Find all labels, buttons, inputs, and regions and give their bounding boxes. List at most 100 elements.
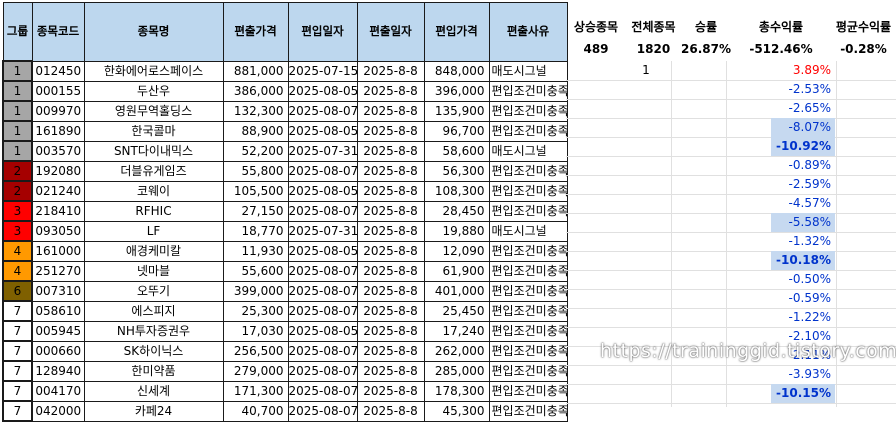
- cell-name[interactable]: 에스피지: [83, 300, 224, 322]
- cell-rise-flag[interactable]: [621, 175, 671, 194]
- header-cell-out-date[interactable]: 편출일자: [356, 2, 425, 62]
- cell-code[interactable]: 007310: [31, 280, 85, 302]
- cell-return[interactable]: 3.89%: [771, 61, 835, 80]
- cell-in-date[interactable]: 2025-07-15: [287, 60, 358, 82]
- header-cell-in-date[interactable]: 편입일자: [287, 2, 358, 62]
- cell-name[interactable]: 오뚜기: [83, 280, 224, 302]
- cell-in-price[interactable]: 96,700: [423, 120, 490, 142]
- cell-out-price[interactable]: 881,000: [222, 60, 289, 82]
- cell-return[interactable]: -2.59%: [771, 175, 835, 194]
- cell-group[interactable]: 4: [2, 260, 33, 282]
- cell-return[interactable]: -5.58%: [771, 213, 835, 232]
- summary-total-return[interactable]: 총수익률 -512.46%: [731, 2, 831, 59]
- cell-group[interactable]: 1: [2, 100, 33, 122]
- cell-out-date[interactable]: 2025-8-8: [356, 380, 425, 402]
- cell-in-date[interactable]: 2025-07-31: [287, 220, 358, 242]
- cell-in-date[interactable]: 2025-08-05: [287, 180, 358, 202]
- cell-group[interactable]: 4: [2, 240, 33, 262]
- header-cell-out-price[interactable]: 편출가격: [222, 2, 289, 62]
- cell-in-price[interactable]: 45,300: [423, 400, 490, 422]
- header-cell-in-price[interactable]: 편입가격: [423, 2, 490, 62]
- cell-rise-flag[interactable]: [621, 289, 671, 308]
- cell-group[interactable]: 1: [2, 140, 33, 162]
- cell-reason[interactable]: 편입조건미충족: [488, 340, 568, 362]
- cell-out-price[interactable]: 132,300: [222, 100, 289, 122]
- cell-out-price[interactable]: 27,150: [222, 200, 289, 222]
- cell-in-date[interactable]: 2025-08-05: [287, 80, 358, 102]
- cell-code[interactable]: 004170: [31, 380, 85, 402]
- cell-in-date[interactable]: 2025-07-31: [287, 140, 358, 162]
- cell-out-date[interactable]: 2025-8-8: [356, 320, 425, 342]
- cell-reason[interactable]: 매도시그널: [488, 140, 568, 162]
- cell-out-date[interactable]: 2025-8-8: [356, 300, 425, 322]
- cell-reason[interactable]: 편입조건미충족: [488, 300, 568, 322]
- cell-in-price[interactable]: 19,880: [423, 220, 490, 242]
- cell-in-price[interactable]: 285,000: [423, 360, 490, 382]
- cell-code[interactable]: 093050: [31, 220, 85, 242]
- cell-in-price[interactable]: 25,450: [423, 300, 490, 322]
- cell-code[interactable]: 192080: [31, 160, 85, 182]
- cell-return[interactable]: -8.07%: [771, 118, 835, 137]
- cell-reason[interactable]: 편입조건미충족: [488, 400, 568, 422]
- cell-rise-flag[interactable]: [621, 232, 671, 251]
- cell-reason[interactable]: 편입조건미충족: [488, 320, 568, 342]
- cell-out-price[interactable]: 11,930: [222, 240, 289, 262]
- cell-in-price[interactable]: 12,090: [423, 240, 490, 262]
- cell-in-date[interactable]: 2025-08-07: [287, 160, 358, 182]
- cell-return[interactable]: -10.18%: [771, 251, 835, 270]
- cell-group[interactable]: 1: [2, 60, 33, 82]
- cell-code[interactable]: 218410: [31, 200, 85, 222]
- cell-in-price[interactable]: 28,450: [423, 200, 490, 222]
- cell-code[interactable]: 005945: [31, 320, 85, 342]
- cell-in-date[interactable]: 2025-08-07: [287, 260, 358, 282]
- cell-out-date[interactable]: 2025-8-8: [356, 240, 425, 262]
- cell-in-date[interactable]: 2025-08-05: [287, 320, 358, 342]
- cell-rise-flag[interactable]: [621, 270, 671, 289]
- cell-code[interactable]: 000660: [31, 340, 85, 362]
- cell-name[interactable]: 넷마블: [83, 260, 224, 282]
- cell-return[interactable]: -4.57%: [771, 194, 835, 213]
- cell-out-date[interactable]: 2025-8-8: [356, 140, 425, 162]
- summary-total-count[interactable]: 전체종목 1820: [626, 2, 681, 59]
- cell-out-date[interactable]: 2025-8-8: [356, 160, 425, 182]
- cell-code[interactable]: 058610: [31, 300, 85, 322]
- cell-out-date[interactable]: 2025-8-8: [356, 220, 425, 242]
- cell-out-price[interactable]: 105,500: [222, 180, 289, 202]
- cell-reason[interactable]: 편입조건미충족: [488, 280, 568, 302]
- cell-out-date[interactable]: 2025-8-8: [356, 100, 425, 122]
- cell-reason[interactable]: 편입조건미충족: [488, 80, 568, 102]
- cell-out-price[interactable]: 399,000: [222, 280, 289, 302]
- cell-group[interactable]: 7: [2, 380, 33, 402]
- cell-group[interactable]: 2: [2, 180, 33, 202]
- cell-group[interactable]: 1: [2, 80, 33, 102]
- cell-group[interactable]: 3: [2, 200, 33, 222]
- cell-return[interactable]: -10.15%: [771, 384, 835, 403]
- cell-in-price[interactable]: 108,300: [423, 180, 490, 202]
- cell-rise-flag[interactable]: [621, 365, 671, 384]
- cell-reason[interactable]: 편입조건미충족: [488, 360, 568, 382]
- cell-name[interactable]: RFHIC: [83, 200, 224, 222]
- cell-name[interactable]: 코웨이: [83, 180, 224, 202]
- cell-out-price[interactable]: 17,030: [222, 320, 289, 342]
- cell-reason[interactable]: 편입조건미충족: [488, 100, 568, 122]
- cell-name[interactable]: LF: [83, 220, 224, 242]
- cell-group[interactable]: 7: [2, 400, 33, 422]
- cell-group[interactable]: 6: [2, 280, 33, 302]
- cell-code[interactable]: 000155: [31, 80, 85, 102]
- cell-name[interactable]: 더블유게임즈: [83, 160, 224, 182]
- cell-return[interactable]: -0.59%: [771, 289, 835, 308]
- cell-out-price[interactable]: 55,800: [222, 160, 289, 182]
- cell-out-date[interactable]: 2025-8-8: [356, 400, 425, 422]
- summary-win-rate[interactable]: 승률 26.87%: [681, 2, 731, 59]
- cell-group[interactable]: 7: [2, 340, 33, 362]
- cell-in-price[interactable]: 58,600: [423, 140, 490, 162]
- cell-out-price[interactable]: 88,900: [222, 120, 289, 142]
- cell-code[interactable]: 003570: [31, 140, 85, 162]
- cell-name[interactable]: 두산우: [83, 80, 224, 102]
- cell-reason[interactable]: 편입조건미충족: [488, 260, 568, 282]
- cell-out-date[interactable]: 2025-8-8: [356, 340, 425, 362]
- cell-out-date[interactable]: 2025-8-8: [356, 200, 425, 222]
- cell-code[interactable]: 161000: [31, 240, 85, 262]
- cell-in-price[interactable]: 17,240: [423, 320, 490, 342]
- cell-group[interactable]: 7: [2, 320, 33, 342]
